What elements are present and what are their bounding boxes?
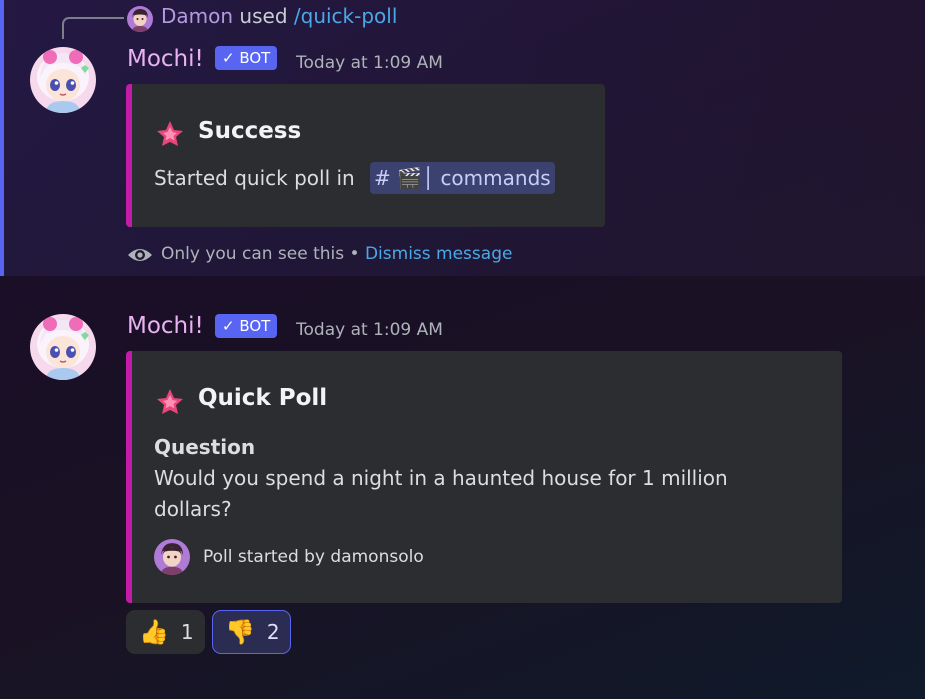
reaction-thumbs-down[interactable]: 👎 2 xyxy=(212,610,291,654)
bot-username[interactable]: Mochi! xyxy=(127,313,204,339)
channel-name: commands xyxy=(440,166,551,190)
pink-star-icon xyxy=(157,121,183,146)
reply-used-text: used xyxy=(239,4,288,28)
pink-star-icon xyxy=(157,389,183,414)
footer-avatar xyxy=(154,539,190,575)
reply-connector xyxy=(62,17,124,39)
reply-command[interactable]: /quick-poll xyxy=(294,4,398,28)
bot-username[interactable]: Mochi! xyxy=(127,46,204,72)
eye-icon xyxy=(128,249,152,261)
ephemeral-separator: • xyxy=(349,244,360,264)
thumbs-up-icon: 👍 xyxy=(139,618,169,646)
ephemeral-text: Only you can see this xyxy=(161,244,345,264)
message-timestamp[interactable]: Today at 1:09 AM xyxy=(296,320,443,340)
hash-icon: # xyxy=(374,166,391,190)
bot-badge: ✓ BOT xyxy=(215,46,278,70)
embed-title: Success xyxy=(198,118,302,144)
reaction-thumbs-up[interactable]: 👍 1 xyxy=(126,610,205,654)
channel-mention[interactable]: # 🎬│ commands xyxy=(370,162,555,194)
question-text: Would you spend a night in a haunted hou… xyxy=(154,466,728,521)
highlight-bar xyxy=(0,0,4,276)
message-timestamp[interactable]: Today at 1:09 AM xyxy=(296,53,443,73)
success-embed: Success Started quick poll in # 🎬│ comma… xyxy=(126,84,605,227)
bot-avatar[interactable] xyxy=(30,47,96,113)
embed-description: Started quick poll in xyxy=(154,166,355,190)
bot-badge-label: BOT xyxy=(239,49,271,67)
poll-embed: Quick Poll Question Would you spend a ni… xyxy=(126,351,842,603)
reply-context: Damon used /quick-poll xyxy=(161,4,397,28)
question-label: Question xyxy=(154,435,256,459)
ephemeral-notice: Only you can see this • Dismiss message xyxy=(161,244,512,264)
bot-badge: ✓ BOT xyxy=(215,314,278,338)
reply-username[interactable]: Damon xyxy=(161,4,233,28)
poll-footer: Poll started by damonsolo xyxy=(203,547,424,567)
embed-title: Quick Poll xyxy=(198,385,328,411)
bot-avatar[interactable] xyxy=(30,314,96,380)
dismiss-message-link[interactable]: Dismiss message xyxy=(365,244,512,264)
reply-avatar[interactable] xyxy=(127,6,153,32)
reaction-count: 2 xyxy=(266,620,280,644)
reaction-count: 1 xyxy=(180,620,194,644)
bot-badge-label: BOT xyxy=(239,317,271,335)
clapper-icon: 🎬 xyxy=(397,166,423,190)
thumbs-down-icon: 👎 xyxy=(225,618,255,646)
